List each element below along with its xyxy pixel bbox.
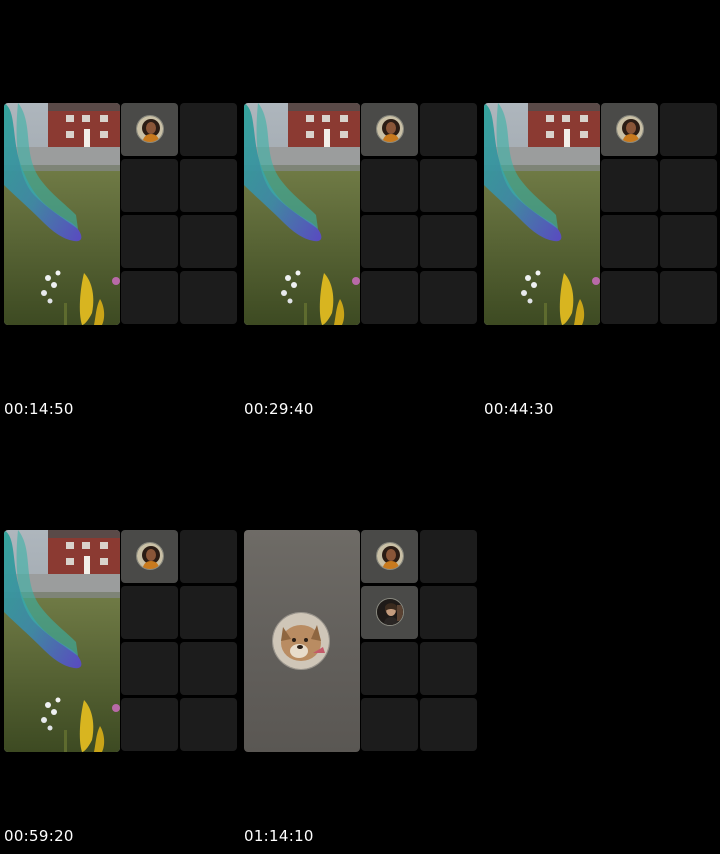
participant-avatar-icon: [376, 542, 404, 570]
participant-avatar-icon: [136, 115, 164, 143]
participant-tile[interactable]: [361, 103, 418, 156]
participant-tile[interactable]: [121, 103, 178, 156]
empty-tile: [121, 642, 178, 695]
empty-tile: [121, 159, 178, 212]
empty-tile: [121, 698, 178, 751]
participant-tile[interactable]: [121, 530, 178, 583]
main-video-feed: [244, 530, 360, 752]
thumbnail-5[interactable]: [244, 530, 480, 755]
empty-tile: [660, 271, 717, 324]
empty-tile: [601, 215, 658, 268]
participant-avatar-icon: [376, 598, 404, 626]
main-video-feed: [4, 530, 120, 752]
empty-tile: [361, 642, 418, 695]
empty-tile: [420, 586, 477, 639]
empty-tile: [420, 530, 477, 583]
empty-tile: [420, 103, 477, 156]
main-video-feed: [244, 103, 360, 325]
empty-tile: [121, 215, 178, 268]
timestamp: 00:29:40: [244, 400, 314, 418]
timestamp: 01:14:10: [244, 827, 314, 845]
empty-tile: [121, 271, 178, 324]
participant-avatar-icon: [136, 542, 164, 570]
timestamp: 00:14:50: [4, 400, 74, 418]
empty-tile: [180, 159, 237, 212]
empty-tile: [420, 698, 477, 751]
empty-tile: [180, 698, 237, 751]
empty-tile: [180, 215, 237, 268]
empty-tile: [420, 215, 477, 268]
empty-tile: [361, 215, 418, 268]
timestamp: 00:59:20: [4, 827, 74, 845]
empty-tile: [420, 642, 477, 695]
timestamp: 00:44:30: [484, 400, 554, 418]
empty-tile: [361, 271, 418, 324]
empty-tile: [601, 159, 658, 212]
participant-avatar-icon: [376, 115, 404, 143]
empty-tile: [660, 103, 717, 156]
thumbnail-1[interactable]: [4, 103, 240, 328]
empty-tile: [121, 586, 178, 639]
empty-tile: [361, 159, 418, 212]
main-video-feed: [484, 103, 600, 325]
participant-avatar-icon: [616, 115, 644, 143]
empty-tile: [420, 271, 477, 324]
empty-tile: [180, 530, 237, 583]
empty-tile: [420, 159, 477, 212]
empty-tile: [601, 271, 658, 324]
empty-tile: [180, 103, 237, 156]
empty-tile: [180, 271, 237, 324]
participant-tile[interactable]: [361, 530, 418, 583]
empty-tile: [361, 698, 418, 751]
empty-tile: [660, 159, 717, 212]
participant-tile[interactable]: [601, 103, 658, 156]
empty-tile: [180, 642, 237, 695]
thumbnail-3[interactable]: [484, 103, 720, 328]
participant-tile[interactable]: [361, 586, 418, 639]
thumbnail-4[interactable]: [4, 530, 240, 755]
main-video-feed: [4, 103, 120, 325]
dog-avatar-icon: [272, 612, 330, 670]
thumbnail-2[interactable]: [244, 103, 480, 328]
empty-tile: [660, 215, 717, 268]
empty-tile: [180, 586, 237, 639]
